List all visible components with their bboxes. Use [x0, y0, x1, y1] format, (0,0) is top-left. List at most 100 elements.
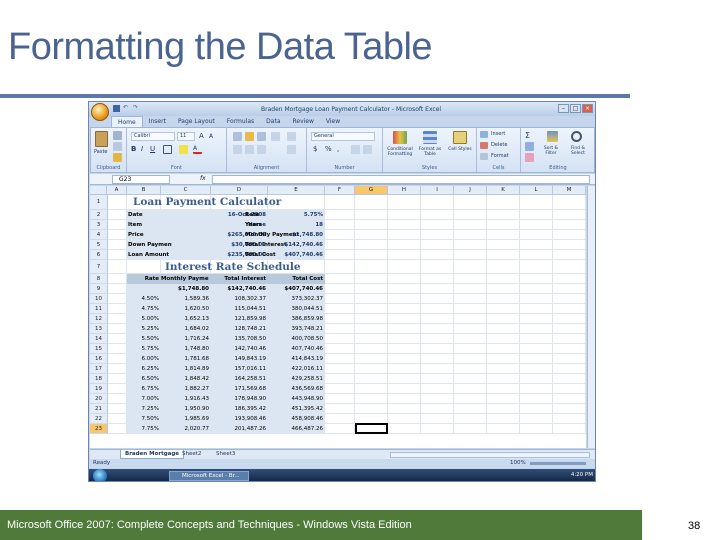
borders-icon[interactable] — [163, 145, 172, 154]
row-header-23[interactable]: 23 — [90, 424, 108, 434]
taskbar-excel-button[interactable]: Microsoft Excel - Br... — [169, 471, 249, 481]
column-header-k[interactable]: K — [487, 186, 520, 195]
align-top-icon[interactable] — [233, 132, 242, 141]
bold-icon[interactable]: B — [131, 145, 140, 154]
find-select-icon[interactable] — [571, 131, 582, 142]
tab-home[interactable]: Home — [111, 116, 143, 127]
fill-icon[interactable] — [525, 142, 534, 151]
close-button[interactable]: × — [582, 104, 593, 113]
format-painter-icon[interactable] — [113, 153, 122, 162]
formula-input[interactable] — [212, 175, 590, 184]
format-button[interactable]: Format — [491, 153, 509, 159]
conditional-formatting-icon[interactable] — [393, 131, 407, 144]
worksheet-grid[interactable]: 1 2 3 4 5 6 7 8 9 10 11 12 13 14 15 16 17 18 19 20 21 22 23 Loa… — [90, 195, 586, 448]
tab-formulas[interactable]: Formulas — [221, 116, 260, 127]
redo-icon[interactable]: ↷ — [133, 104, 138, 111]
sort-filter-icon[interactable] — [547, 131, 558, 142]
column-header-l[interactable]: L — [520, 186, 553, 195]
copy-icon[interactable] — [113, 142, 122, 151]
sort-filter-button[interactable]: Sort & Filter — [539, 146, 563, 156]
row-header-9[interactable]: 9 — [90, 284, 108, 294]
cut-icon[interactable] — [113, 131, 122, 140]
insert-sheet-icon[interactable] — [246, 450, 254, 459]
row-header-19[interactable]: 19 — [90, 384, 108, 394]
column-header-h[interactable]: H — [388, 186, 421, 195]
italic-icon[interactable]: I — [141, 145, 150, 154]
row-header-11[interactable]: 11 — [90, 304, 108, 314]
vertical-scrollbar[interactable] — [587, 186, 595, 448]
fill-color-icon[interactable] — [179, 145, 188, 154]
sheet-tab-sheet2[interactable]: Sheet2 — [178, 450, 205, 459]
sheet-tab-sheet3[interactable]: Sheet3 — [212, 450, 239, 459]
row-header-14[interactable]: 14 — [90, 334, 108, 344]
zoom-slider[interactable] — [530, 462, 586, 465]
font-name-box[interactable]: Calibri — [131, 132, 175, 141]
row-header-12[interactable]: 12 — [90, 314, 108, 324]
row-header-21[interactable]: 21 — [90, 404, 108, 414]
cell-styles-button[interactable]: Cell Styles — [445, 147, 475, 152]
row-header-7[interactable]: 7 — [90, 260, 108, 274]
shrink-font-icon[interactable]: A — [209, 133, 218, 142]
column-header-g[interactable]: G — [355, 186, 388, 195]
underline-icon[interactable]: U — [150, 145, 159, 154]
row-header-20[interactable]: 20 — [90, 394, 108, 404]
row-header-5[interactable]: 5 — [90, 240, 108, 250]
maximize-button[interactable]: □ — [570, 104, 581, 113]
select-all-corner[interactable] — [90, 186, 107, 195]
clear-icon[interactable] — [525, 153, 534, 162]
column-header-m[interactable]: M — [553, 186, 586, 195]
undo-icon[interactable]: ↶ — [123, 104, 128, 111]
sheet-tab-braden-mortgage[interactable]: Braden Mortgage — [120, 450, 185, 459]
save-icon[interactable] — [113, 105, 120, 112]
cell-styles-icon[interactable] — [453, 131, 467, 144]
comma-icon[interactable]: , — [337, 145, 346, 154]
wrap-text-icon[interactable] — [287, 132, 296, 141]
column-header-a[interactable]: A — [107, 186, 127, 195]
tab-insert[interactable]: Insert — [143, 116, 172, 127]
title-bar[interactable]: Braden Mortgage Loan Payment Calculator … — [89, 102, 595, 116]
row-header-13[interactable]: 13 — [90, 324, 108, 334]
office-button[interactable] — [91, 103, 109, 121]
row-header-6[interactable]: 6 — [90, 250, 108, 260]
row-header-4[interactable]: 4 — [90, 230, 108, 240]
tab-review[interactable]: Review — [287, 116, 320, 127]
row-header-22[interactable]: 22 — [90, 414, 108, 424]
row-header-18[interactable]: 18 — [90, 374, 108, 384]
align-center-icon[interactable] — [245, 145, 254, 154]
minimize-button[interactable]: – — [558, 104, 569, 113]
active-cell-g23[interactable] — [355, 423, 388, 434]
align-right-icon[interactable] — [257, 145, 266, 154]
row-header-3[interactable]: 3 — [90, 220, 108, 230]
column-header-b[interactable]: B — [127, 186, 161, 195]
row-header-15[interactable]: 15 — [90, 344, 108, 354]
row-header-2[interactable]: 2 — [90, 210, 108, 220]
tab-data[interactable]: Data — [260, 116, 286, 127]
insert-button[interactable]: Insert — [491, 131, 505, 137]
increase-decimal-icon[interactable] — [351, 145, 360, 154]
decrease-decimal-icon[interactable] — [363, 145, 372, 154]
font-size-box[interactable]: 11 — [177, 132, 195, 141]
column-header-d[interactable]: D — [211, 186, 268, 195]
row-header-8[interactable]: 8 — [90, 274, 108, 284]
number-format-box[interactable]: General — [311, 132, 375, 141]
align-middle-icon[interactable] — [245, 132, 254, 141]
row-header-10[interactable]: 10 — [90, 294, 108, 304]
name-box[interactable]: G23 — [112, 175, 170, 184]
paste-icon[interactable] — [95, 131, 108, 147]
row-header-16[interactable]: 16 — [90, 354, 108, 364]
tab-page-layout[interactable]: Page Layout — [172, 116, 221, 127]
currency-icon[interactable]: $ — [313, 145, 322, 154]
zoom-level[interactable]: 100% — [510, 460, 526, 466]
align-bottom-icon[interactable] — [257, 132, 266, 141]
format-as-table-button[interactable]: Format as Table — [416, 147, 444, 157]
horizontal-scrollbar[interactable] — [390, 452, 590, 458]
insert-function-icon[interactable]: fx — [200, 175, 206, 182]
tab-view[interactable]: View — [320, 116, 346, 127]
row-header-1[interactable]: 1 — [90, 195, 108, 210]
column-header-i[interactable]: I — [421, 186, 454, 195]
column-header-c[interactable]: C — [161, 186, 211, 195]
start-button-icon[interactable] — [93, 469, 107, 481]
column-header-j[interactable]: J — [454, 186, 487, 195]
merge-center-icon[interactable] — [287, 145, 296, 154]
conditional-formatting-button[interactable]: Conditional Formatting — [384, 147, 416, 157]
